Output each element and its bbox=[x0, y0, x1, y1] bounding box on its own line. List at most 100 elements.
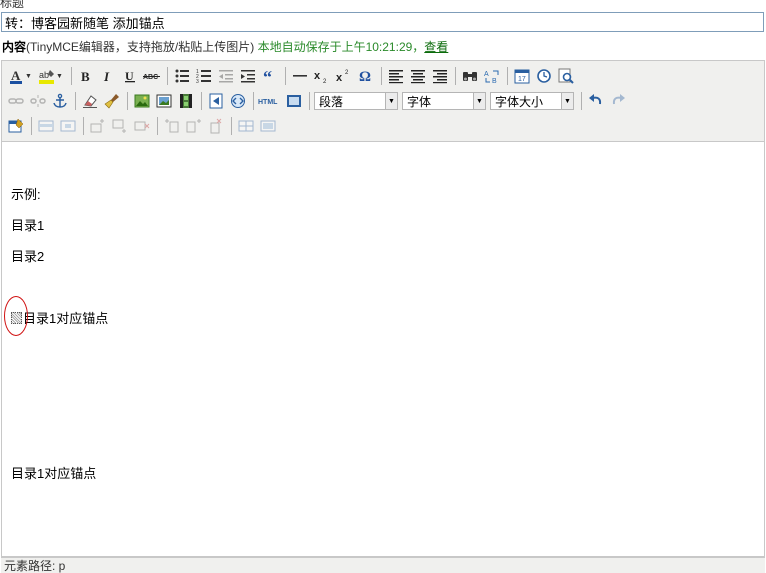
abc-text: ABC bbox=[143, 74, 158, 81]
toolbar-divider bbox=[201, 92, 202, 110]
format-select-value: 段落 bbox=[319, 94, 344, 109]
editor-content-area[interactable]: 示例: 目录1 目录2 目录1对应锚点 目录1对应锚点 bbox=[2, 142, 764, 556]
numbered-list-icon[interactable]: 123 bbox=[194, 66, 214, 86]
insert-flash-icon[interactable] bbox=[206, 91, 226, 111]
replace-icon[interactable]: AB bbox=[482, 66, 502, 86]
editor-hint: (TinyMCE编辑器，支持拖放/粘贴上传图片) bbox=[26, 40, 255, 54]
content-label: 内容 bbox=[2, 40, 27, 54]
insert-image-icon[interactable] bbox=[132, 91, 152, 111]
text-color-icon[interactable]: A bbox=[6, 66, 26, 86]
font-family-select[interactable]: 字体 ▼ bbox=[402, 92, 486, 110]
autosave-status: 本地自动保存于上午10:21:29， bbox=[257, 40, 425, 54]
outdent-icon[interactable] bbox=[216, 66, 236, 86]
image-manager-icon[interactable] bbox=[154, 91, 174, 111]
toolbar-divider bbox=[71, 67, 72, 85]
content-label-line: 内容(TinyMCE编辑器，支持拖放/粘贴上传图片) 本地自动保存于上午10:2… bbox=[2, 40, 448, 54]
toolbar-divider bbox=[231, 117, 232, 135]
link-icon[interactable] bbox=[6, 91, 26, 111]
title-label: 标题 bbox=[0, 0, 25, 10]
anchor-paragraph-text: 目录1对应锚点 bbox=[23, 311, 109, 326]
paragraph: 目录2 bbox=[11, 249, 45, 264]
insert-time-icon[interactable] bbox=[534, 66, 554, 86]
insert-date-icon[interactable]: 17 bbox=[512, 66, 532, 86]
html-text: HTML bbox=[258, 99, 278, 106]
insert-table-icon[interactable] bbox=[6, 116, 26, 136]
italic-icon[interactable]: I bbox=[98, 66, 118, 86]
preview-icon[interactable] bbox=[556, 66, 576, 86]
merge-cells-icon[interactable] bbox=[258, 116, 278, 136]
format-select[interactable]: 段落 ▼ bbox=[314, 92, 398, 110]
editor-toolbar: A ▼ ab ▼ B I U ABC 123 “ x2 x2 Ω A B 17 … bbox=[2, 61, 764, 142]
toolbar-row-3 bbox=[6, 114, 280, 138]
cleanup-icon[interactable] bbox=[102, 91, 122, 111]
svg-text:2: 2 bbox=[323, 79, 327, 84]
text-color-dropdown-icon[interactable]: ▼ bbox=[25, 73, 33, 80]
bold-icon[interactable]: B bbox=[76, 66, 96, 86]
special-character-icon[interactable]: Ω bbox=[356, 66, 376, 86]
underline-icon[interactable]: U bbox=[120, 66, 140, 86]
unlink-icon[interactable] bbox=[28, 91, 48, 111]
svg-text:A: A bbox=[484, 71, 489, 78]
view-autosave-link[interactable]: 查看 bbox=[424, 40, 448, 54]
align-left-icon[interactable] bbox=[386, 66, 406, 86]
svg-text:A: A bbox=[11, 68, 21, 83]
paragraph: 示例: bbox=[11, 187, 41, 202]
insert-col-after-icon[interactable] bbox=[184, 116, 204, 136]
anchor-icon[interactable] bbox=[50, 91, 70, 111]
table-cell-props-icon[interactable] bbox=[58, 116, 78, 136]
split-cells-icon[interactable] bbox=[236, 116, 256, 136]
svg-text:2: 2 bbox=[345, 70, 349, 76]
align-center-icon[interactable] bbox=[408, 66, 428, 86]
paragraph: 目录1对应锚点 bbox=[11, 466, 97, 481]
svg-text:“: “ bbox=[263, 68, 272, 84]
blockquote-icon[interactable]: “ bbox=[260, 66, 280, 86]
toolbar-divider bbox=[157, 117, 158, 135]
toolbar-divider bbox=[309, 92, 310, 110]
find-icon[interactable] bbox=[460, 66, 480, 86]
toolbar-divider bbox=[127, 92, 128, 110]
toolbar-divider bbox=[31, 117, 32, 135]
svg-text:B: B bbox=[492, 78, 497, 84]
font-size-select[interactable]: 字体大小 ▼ bbox=[490, 92, 574, 110]
font-family-select-value: 字体 bbox=[407, 94, 432, 109]
toolbar-divider bbox=[455, 67, 456, 85]
table-row-props-icon[interactable] bbox=[36, 116, 56, 136]
delete-row-icon[interactable] bbox=[132, 116, 152, 136]
insert-row-before-icon[interactable] bbox=[88, 116, 108, 136]
superscript-icon[interactable]: x2 bbox=[334, 66, 354, 86]
horizontal-rule-icon[interactable] bbox=[290, 66, 310, 86]
toolbar-divider bbox=[381, 67, 382, 85]
redo-icon[interactable] bbox=[608, 91, 628, 111]
svg-text:B: B bbox=[81, 69, 90, 83]
undo-icon[interactable] bbox=[586, 91, 606, 111]
subscript-icon[interactable]: x2 bbox=[312, 66, 332, 86]
toolbar-row-2: HTML 段落 ▼ 字体 ▼ 字体大小 ▼ bbox=[6, 89, 630, 113]
fullscreen-icon[interactable] bbox=[284, 91, 304, 111]
background-color-icon[interactable]: ab bbox=[37, 66, 57, 86]
font-size-select-value: 字体大小 bbox=[495, 94, 544, 109]
toolbar-divider bbox=[75, 92, 76, 110]
toolbar-divider bbox=[285, 67, 286, 85]
svg-text:Ω: Ω bbox=[359, 69, 371, 84]
delete-col-icon[interactable] bbox=[206, 116, 226, 136]
background-color-dropdown-icon[interactable]: ▼ bbox=[56, 73, 64, 80]
insert-row-after-icon[interactable] bbox=[110, 116, 130, 136]
insert-col-before-icon[interactable] bbox=[162, 116, 182, 136]
chevron-down-icon: ▼ bbox=[385, 93, 397, 109]
annotation-circle bbox=[4, 296, 28, 336]
paragraph: 目录1 bbox=[11, 218, 45, 233]
html-source-button[interactable]: HTML bbox=[258, 91, 282, 111]
insert-media-icon[interactable] bbox=[176, 91, 196, 111]
svg-text:ab: ab bbox=[39, 70, 49, 80]
toolbar-divider bbox=[253, 92, 254, 110]
align-right-icon[interactable] bbox=[430, 66, 450, 86]
indent-icon[interactable] bbox=[238, 66, 258, 86]
svg-text:I: I bbox=[103, 69, 110, 83]
toolbar-row-1: A ▼ ab ▼ B I U ABC 123 “ x2 x2 Ω A B 17 bbox=[6, 64, 578, 88]
strikethrough-icon[interactable]: ABC bbox=[142, 66, 162, 86]
title-input[interactable] bbox=[1, 12, 764, 32]
bullet-list-icon[interactable] bbox=[172, 66, 192, 86]
code-snippet-icon[interactable] bbox=[228, 91, 248, 111]
clear-format-icon[interactable] bbox=[80, 91, 100, 111]
toolbar-divider bbox=[507, 67, 508, 85]
